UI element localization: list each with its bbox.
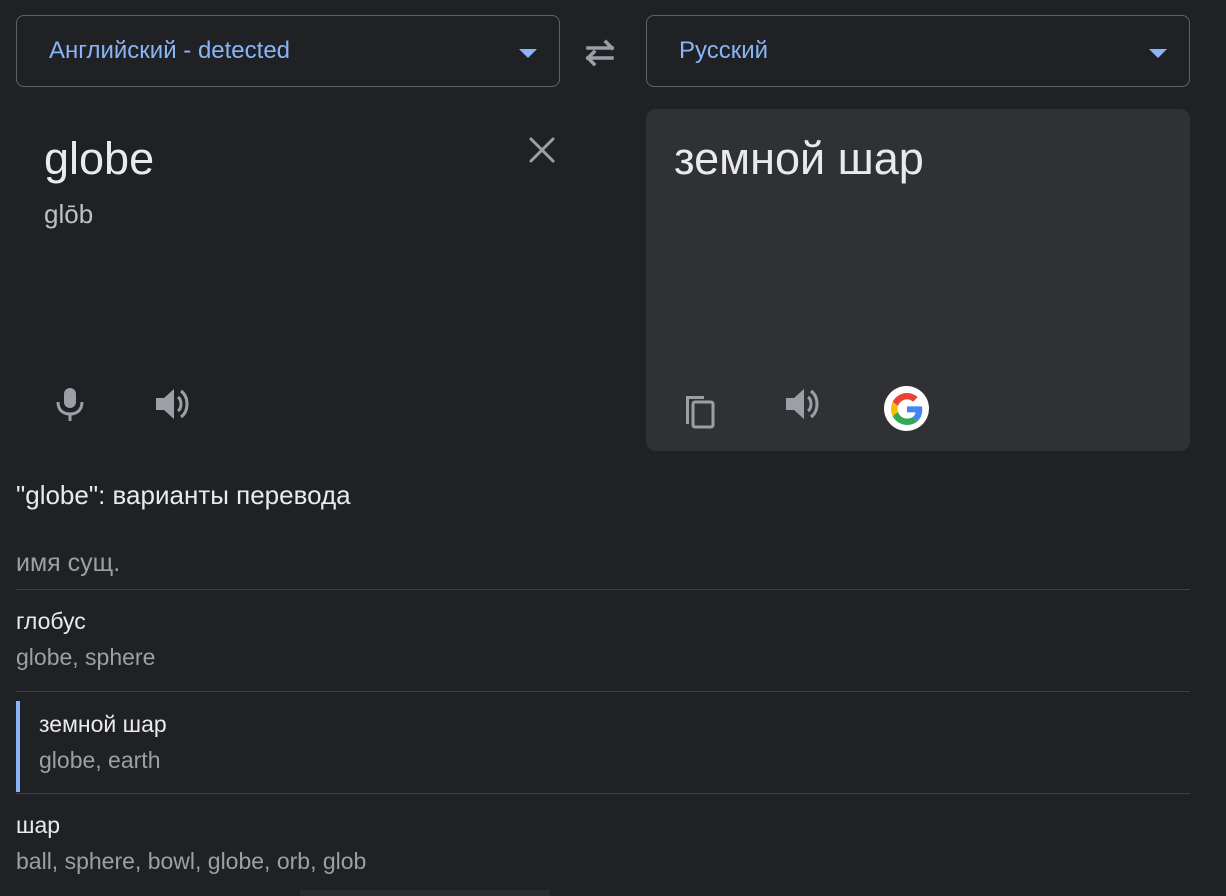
- microphone-icon: [56, 388, 84, 421]
- swap-languages-icon: [585, 39, 615, 67]
- listen-source-button[interactable]: [150, 382, 194, 426]
- alt-synonyms: ball, sphere, bowl, globe, orb, glob: [16, 848, 367, 874]
- google-search-button[interactable]: [884, 386, 929, 431]
- divider: [300, 890, 550, 896]
- translation-text: земной шар: [674, 133, 924, 184]
- source-language-select[interactable]: Английский - detected: [16, 15, 560, 87]
- clear-source-button[interactable]: [524, 132, 560, 168]
- alt-synonyms: globe, earth: [39, 747, 161, 773]
- close-icon: [529, 137, 555, 163]
- swap-languages-button[interactable]: [580, 34, 620, 70]
- voice-input-button[interactable]: [48, 382, 92, 426]
- google-logo-icon: [890, 392, 922, 425]
- alternatives-title: "globe": варианты перевода: [16, 480, 351, 510]
- divider: [16, 691, 1190, 692]
- speaker-icon: [156, 389, 189, 419]
- list-item[interactable]: глобус globe, sphere: [16, 608, 1190, 671]
- alt-translation: шар: [16, 812, 61, 838]
- copy-icon: [686, 396, 715, 429]
- list-item[interactable]: шар ball, sphere, bowl, globe, orb, glob: [16, 812, 1190, 875]
- chevron-down-icon: [1149, 49, 1167, 58]
- divider: [16, 793, 1190, 794]
- source-language-label: Английский - detected: [49, 37, 291, 64]
- alt-synonyms: globe, sphere: [16, 644, 156, 670]
- alt-translation: глобус: [16, 608, 86, 634]
- target-language-select[interactable]: Русский: [646, 15, 1190, 87]
- copy-translation-button[interactable]: [678, 388, 722, 432]
- source-transliteration: glōb: [44, 199, 94, 229]
- speaker-icon: [786, 389, 819, 419]
- target-language-label: Русский: [679, 37, 769, 64]
- divider: [16, 589, 1190, 590]
- list-item-selected[interactable]: земной шар globe, earth: [16, 701, 1190, 792]
- chevron-down-icon: [519, 49, 537, 58]
- alt-translation: земной шар: [39, 711, 167, 737]
- part-of-speech-label: имя сущ.: [16, 549, 121, 577]
- source-text[interactable]: globe: [44, 133, 154, 185]
- listen-translation-button[interactable]: [780, 382, 824, 426]
